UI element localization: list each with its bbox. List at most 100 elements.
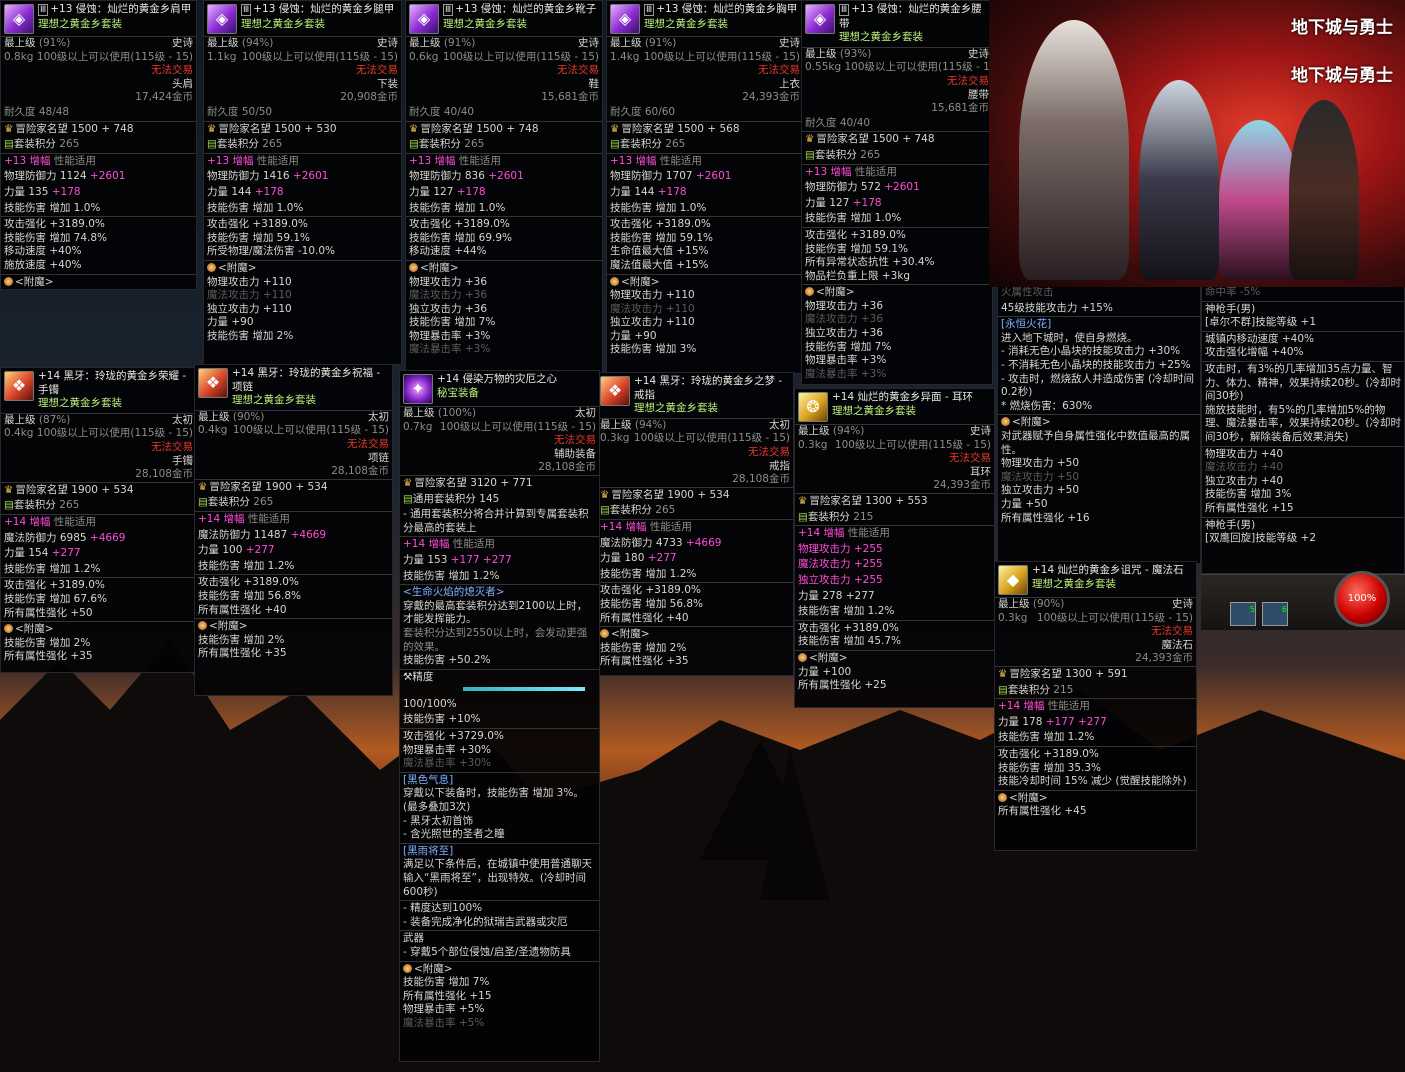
grade-label: 最上级 — [805, 47, 837, 60]
stat-str: 力量 154 — [4, 547, 49, 560]
enchant-line: 魔法攻击力 +110 — [207, 289, 292, 302]
item-title: +13 侵蚀：灿烂的黄金乡胸甲 — [656, 3, 798, 15]
rarity: 太初 — [368, 410, 389, 423]
character-figure — [1019, 20, 1129, 280]
rarity: 太初 — [172, 413, 193, 426]
flame-top: 45级技能攻击力 +15% — [1001, 301, 1113, 314]
enchant-line: 魔法攻击力 +50 — [1001, 470, 1079, 483]
rep-label: 冒险家名望 — [420, 122, 473, 135]
precision-icon: ⚒ — [403, 670, 413, 683]
stat-def: 魔法防御力 11487 — [198, 528, 288, 541]
item-title: +13 侵蚀：灿烂的黄金乡肩甲 — [50, 3, 192, 15]
stat-str: 力量 180 — [600, 552, 645, 565]
enchant-line: 物理攻击力 +20 — [4, 289, 193, 290]
set-line: 攻击时，有3%的几率增加35点力量、智力、体力、精神，效果持续20秒。(冷却时间… — [1205, 362, 1401, 403]
price: 20,908金币 — [340, 91, 398, 104]
enchant-orb-icon — [4, 624, 13, 634]
flame-line: - 不消耗无色小晶块的技能攻击力 +25% — [1001, 358, 1191, 371]
set-note: - 通用套装积分将合并计算到专属套装积分最高的套装上 — [403, 508, 589, 534]
skill-slot[interactable]: 6 — [1262, 602, 1288, 626]
stat-bonus: +2601 — [695, 170, 732, 183]
base-line: 移动速度 +40% — [4, 245, 82, 258]
hp-orb: 100% — [1334, 571, 1390, 627]
perf-label: 性能适用 — [854, 165, 897, 178]
amp-level: +13 — [207, 154, 230, 167]
enchant-label: <附魔> — [809, 651, 848, 664]
stat-str: 力量 144 — [610, 185, 655, 198]
prec-base: 攻击强化 +3729.0% — [403, 730, 504, 743]
slot: 耳环 — [970, 465, 991, 478]
enchant-line: 力量 +90 — [610, 329, 657, 342]
amp-level: +13 — [4, 154, 27, 167]
trade-status: 无法交易 — [949, 452, 991, 465]
stat-line: 魔法攻击力 +255 — [798, 558, 883, 571]
level-req: 100级以上可以使用(115级 - 15) — [241, 50, 398, 63]
grade-label: 最上级 — [403, 407, 435, 419]
amp-label: 增幅 — [428, 538, 450, 551]
accessory-icon: ❖ — [198, 368, 228, 398]
item-title: +14 黑牙：玲珑的黄金乡之梦 - 戒指 — [634, 375, 783, 401]
seal-icon: Ⅲ — [839, 4, 850, 16]
amp-level: +13 — [409, 154, 432, 167]
rep-value: 1500 + 568 — [677, 122, 740, 135]
set-score: 265 — [262, 138, 283, 151]
base-line: 技能伤害 增加 59.1% — [207, 231, 311, 244]
crown-icon: ♛ — [198, 480, 208, 493]
set-score-label: 套装积分 — [807, 510, 850, 523]
enchant-line: 物理攻击力 +36 — [409, 275, 487, 288]
amp-level: +14 — [998, 700, 1021, 713]
flame-line: 进入地下城时，使自身燃烧。 — [1001, 331, 1138, 344]
armor-icon: ◈ — [207, 4, 237, 34]
enchant-line: 物理暴击率 +3% — [805, 354, 887, 367]
skill-dmg: 技能伤害 增加 1.2% — [600, 567, 697, 580]
tooltip-weapon-flame: 火属性攻击 45级技能攻击力 +15% [永恒火花] 进入地下城时，使自身燃烧。… — [997, 284, 1201, 564]
tooltip-armor-2: ◈ Ⅲ +13 侵蚀：灿烂的黄金乡靴子 理想之黄金乡套装 最上级 (91%) 史诗 … — [405, 0, 603, 374]
rep-label: 冒险家名望 — [15, 483, 68, 496]
enchant-line: 技能伤害 增加 3% — [610, 343, 697, 356]
level-req: 100级以上可以使用(115级 - 15) — [36, 427, 193, 440]
precision-skill: 技能伤害 +10% — [403, 713, 481, 726]
tooltip-armor-3: ◈ Ⅲ +13 侵蚀：灿烂的黄金乡胸甲 理想之黄金乡套装 最上级 (91%) 史诗 … — [606, 0, 804, 374]
stat-bonus: +277 — [1077, 715, 1107, 728]
stat-def: 物理防御力 1124 — [4, 170, 87, 183]
rep-value: 1500 + 748 — [476, 122, 539, 135]
grade-pct: (94%) — [634, 418, 667, 431]
weight: 0.8kg — [4, 50, 34, 63]
amp-level: +14 — [403, 538, 426, 551]
item-title: +13 侵蚀：灿烂的黄金乡靴子 — [455, 3, 597, 15]
grade-pct: (87%) — [38, 413, 71, 426]
item-set: 秘宝装备 — [437, 386, 479, 399]
prec-base: 魔法暴击率 +30% — [403, 757, 491, 770]
enchant-line: 所有属性强化 +15 — [403, 989, 492, 1002]
item-title: +14 灿烂的黄金乡诅咒 - 魔法石 — [1032, 564, 1184, 576]
grade-label: 最上级 — [4, 413, 36, 426]
amp-level: +14 — [4, 515, 27, 528]
stat-bonus: +2601 — [488, 170, 524, 183]
set-score-label: 套装积分 — [216, 138, 259, 151]
rarity: 史诗 — [970, 425, 991, 437]
rain-item: - 装备完成净化的狱瑞吉武器或灾厄 — [403, 915, 568, 928]
armor-icon: ◈ — [409, 4, 439, 34]
class-label: 神枪手(男) — [1205, 302, 1256, 315]
grade-label: 最上级 — [409, 37, 441, 49]
grade-pct: (90%) — [232, 410, 265, 423]
slot: 项链 — [368, 451, 389, 464]
price: 28,108金币 — [331, 465, 389, 478]
enchant-label: <附魔> — [1012, 416, 1051, 429]
price: 24,393金币 — [742, 91, 800, 104]
set-icon: ▤ — [610, 138, 620, 151]
weight: 0.3kg — [798, 438, 828, 451]
skill-slot[interactable]: 5 — [1230, 602, 1256, 626]
character-figure — [1219, 120, 1299, 280]
item-title: +14 灿烂的黄金乡异面 - 耳环 — [832, 391, 973, 403]
price: 28,108金币 — [135, 468, 193, 481]
durability-label: 耐久度 — [207, 105, 239, 118]
stat-str: 力量 127 — [805, 196, 850, 209]
enchant-line: 力量 +100 — [798, 665, 852, 678]
enchant-line: 物理暴击率 +5% — [403, 1003, 485, 1016]
rep-value: 1300 + 553 — [865, 494, 928, 507]
seal-icon: Ⅲ — [443, 4, 454, 16]
weight: 0.55kg — [805, 61, 842, 74]
trade-status: 无法交易 — [947, 74, 989, 87]
enchant-line: 技能伤害 增加 2% — [600, 641, 687, 654]
